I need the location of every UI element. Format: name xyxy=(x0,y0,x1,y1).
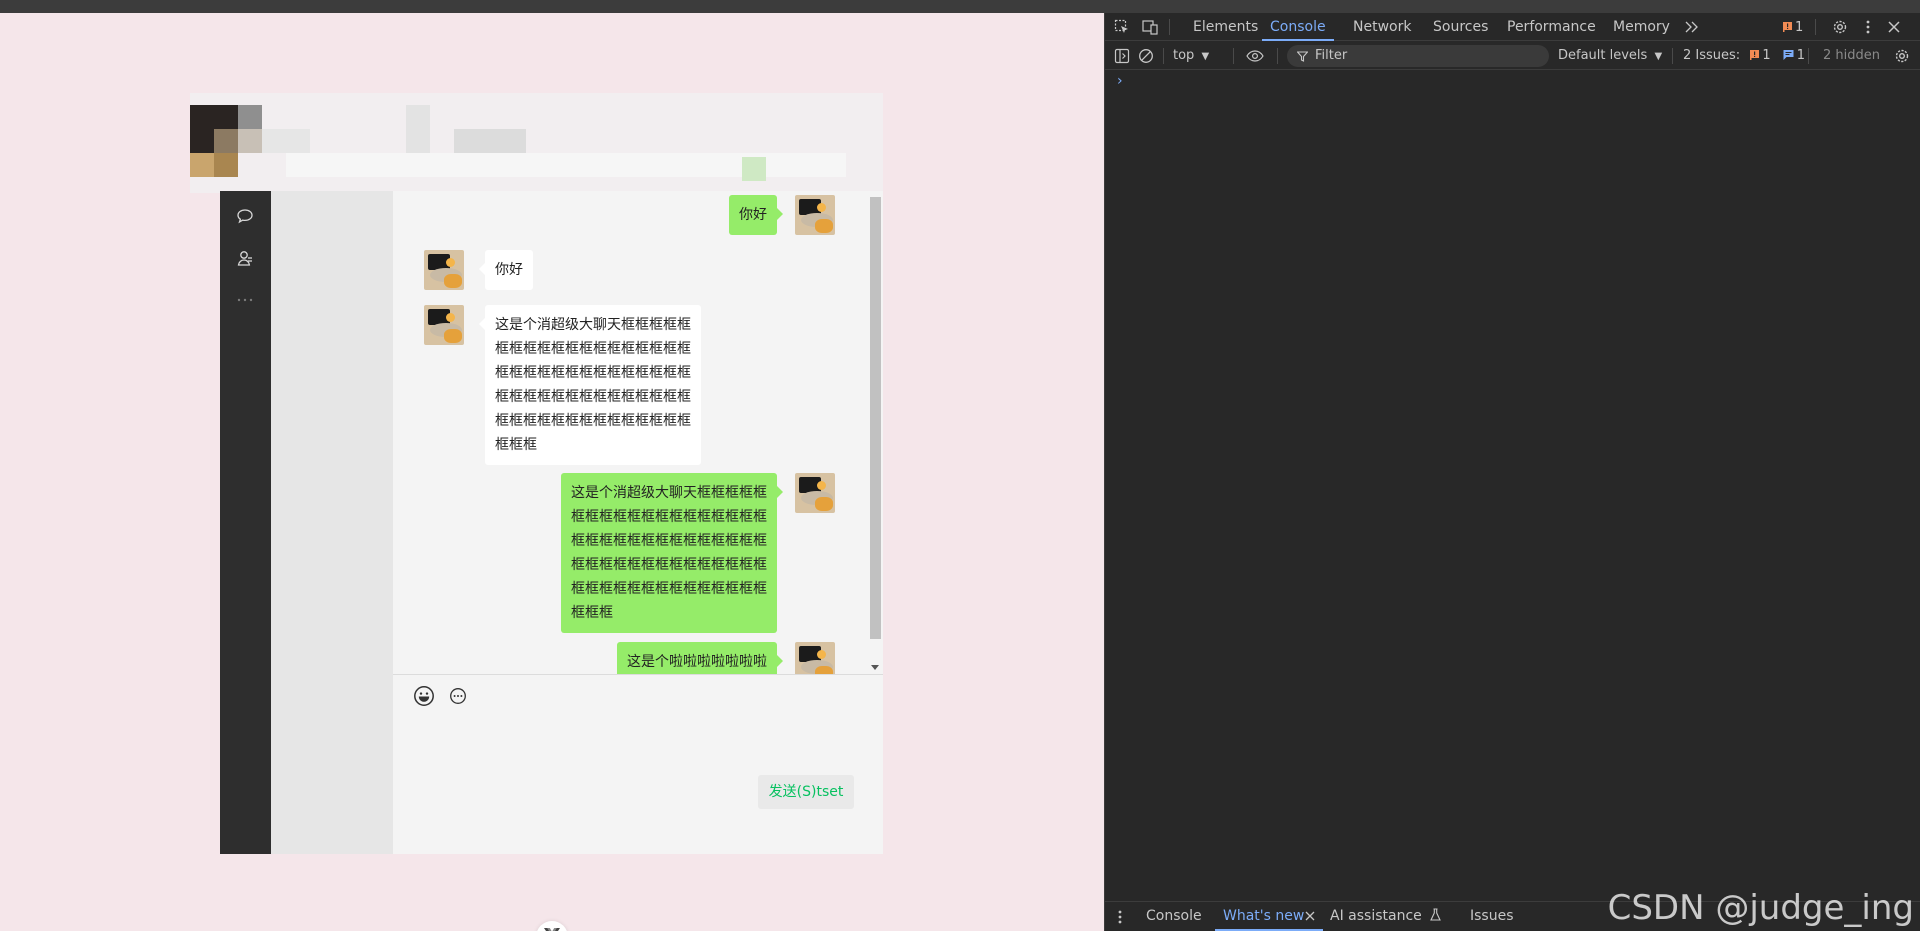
message-bubble-sent: 你好 xyxy=(729,195,783,235)
contacts-icon[interactable] xyxy=(234,247,256,269)
issues-label: 2 Issues: xyxy=(1683,48,1741,63)
drawer-tab-ai-assistance[interactable]: AI assistance xyxy=(1330,902,1442,931)
nav-sidebar xyxy=(220,191,271,854)
conversation-list xyxy=(271,191,393,854)
tab-separator xyxy=(1815,19,1816,35)
chat-bubble-icon[interactable] xyxy=(234,205,256,227)
hidden-count: 2 hidden xyxy=(1823,48,1880,63)
toolbar-separator xyxy=(1277,48,1278,64)
scroll-down-arrow-icon[interactable] xyxy=(871,665,879,670)
message-bubble-received: 这是个消超级大聊天框框框框框框框框框框框框框框框框框框框框框框框框框框框框框框框… xyxy=(479,305,701,465)
inspect-element-icon[interactable] xyxy=(1113,18,1131,36)
context-dropdown-icon: ▼ xyxy=(1201,51,1210,62)
clear-console-icon[interactable] xyxy=(1137,47,1155,65)
chat-main: 你好 你好 这是个消超级大聊天框框框框框框框框框框框框框框框框框框框框框框框框框… xyxy=(393,191,883,854)
tab-separator xyxy=(1169,19,1170,35)
filter-placeholder: Filter xyxy=(1315,48,1348,63)
error-flag-icon xyxy=(1783,22,1792,32)
drawer-tab-console[interactable]: Console xyxy=(1146,902,1202,931)
input-divider xyxy=(393,674,883,675)
my-avatar[interactable] xyxy=(795,473,835,513)
scroll-thumb[interactable] xyxy=(870,197,881,639)
devtools-tab-bar: Elements Console Network Sources Perform… xyxy=(1105,13,1920,41)
live-expression-eye-icon[interactable] xyxy=(1245,47,1265,65)
message-scrollbar[interactable] xyxy=(867,197,881,674)
log-levels-value: Default levels xyxy=(1558,48,1648,63)
tab-elements[interactable]: Elements xyxy=(1193,13,1258,41)
send-button[interactable]: 发送(S)tset xyxy=(758,775,854,809)
device-toolbar-icon[interactable] xyxy=(1141,18,1159,36)
drawer-tab-whats-new-label: What's new xyxy=(1223,908,1305,924)
tab-network[interactable]: Network xyxy=(1353,13,1411,41)
tab-sources[interactable]: Sources xyxy=(1433,13,1488,41)
error-count: 1 xyxy=(1795,19,1804,35)
sidebar-toggle-icon[interactable] xyxy=(1113,47,1131,65)
issues-counter[interactable]: 2 Issues: 1 1 xyxy=(1683,42,1805,70)
tab-performance[interactable]: Performance xyxy=(1507,13,1596,41)
error-count-badge[interactable]: 1 xyxy=(1783,19,1803,35)
my-avatar[interactable] xyxy=(795,642,835,674)
chat-window: 你好 你好 这是个消超级大聊天框框框框框框框框框框框框框框框框框框框框框框框框框… xyxy=(220,191,883,854)
emoji-icon[interactable] xyxy=(413,685,435,707)
toolbar-separator xyxy=(1672,48,1673,64)
console-prompt[interactable]: › xyxy=(1117,73,1123,89)
drawer-tab-issues[interactable]: Issues xyxy=(1470,902,1514,931)
filter-input[interactable]: Filter xyxy=(1287,45,1549,67)
console-toolbar: top ▼ Filter Default levels ▼ 2 Issues: … xyxy=(1105,42,1920,70)
tab-memory[interactable]: Memory xyxy=(1613,13,1670,41)
levels-dropdown-icon: ▼ xyxy=(1654,51,1663,62)
devtools-panel: Elements Console Network Sources Perform… xyxy=(1104,13,1920,931)
toolbar-separator xyxy=(1163,48,1164,64)
close-tab-icon[interactable] xyxy=(1304,910,1316,922)
watermark: CSDN @judge_ing xyxy=(1607,888,1914,928)
context-value: top xyxy=(1173,48,1195,63)
kebab-menu-icon[interactable] xyxy=(1861,18,1875,36)
message-bubble-sent: 这是个啦啦啦啦啦啦啦 xyxy=(617,642,783,674)
filter-funnel-icon xyxy=(1297,51,1308,62)
message-bubble-sent: 这是个消超级大聊天框框框框框框框框框框框框框框框框框框框框框框框框框框框框框框框… xyxy=(561,473,783,633)
context-selector[interactable]: top ▼ xyxy=(1173,42,1209,71)
drawer-tab-ai-label: AI assistance xyxy=(1330,908,1422,924)
issues-info-count: 1 xyxy=(1796,48,1806,63)
message-list[interactable]: 你好 你好 这是个消超级大聊天框框框框框框框框框框框框框框框框框框框框框框框框框… xyxy=(393,191,883,674)
log-levels-dropdown[interactable]: Default levels ▼ xyxy=(1558,42,1662,71)
message-bubble-received: 你好 xyxy=(479,250,533,290)
more-tabs-chevron-icon[interactable] xyxy=(1683,18,1701,36)
tab-console[interactable]: Console xyxy=(1262,13,1334,41)
browser-top-bar xyxy=(0,0,1920,13)
toolbar-separator xyxy=(1808,48,1809,64)
settings-gear-icon[interactable] xyxy=(1831,18,1849,36)
web-page: 你好 你好 这是个消超级大聊天框框框框框框框框框框框框框框框框框框框框框框框框框… xyxy=(0,13,1104,931)
toolbar-separator xyxy=(1233,48,1234,64)
pixelated-header-image xyxy=(190,93,883,193)
my-avatar[interactable] xyxy=(795,195,835,235)
more-dots-icon[interactable] xyxy=(234,289,256,311)
drawer-menu-icon[interactable] xyxy=(1117,909,1123,925)
contact-avatar[interactable] xyxy=(424,250,464,290)
contact-avatar[interactable] xyxy=(424,305,464,345)
console-settings-gear-icon[interactable] xyxy=(1893,47,1911,65)
issue-info-icon xyxy=(1783,50,1794,60)
issue-error-icon xyxy=(1750,50,1760,60)
close-icon[interactable] xyxy=(1885,18,1903,36)
more-options-icon[interactable] xyxy=(447,685,469,707)
issues-error-count: 1 xyxy=(1762,48,1771,63)
vue-devtools-icon[interactable] xyxy=(536,921,568,931)
flask-icon xyxy=(1430,908,1442,921)
